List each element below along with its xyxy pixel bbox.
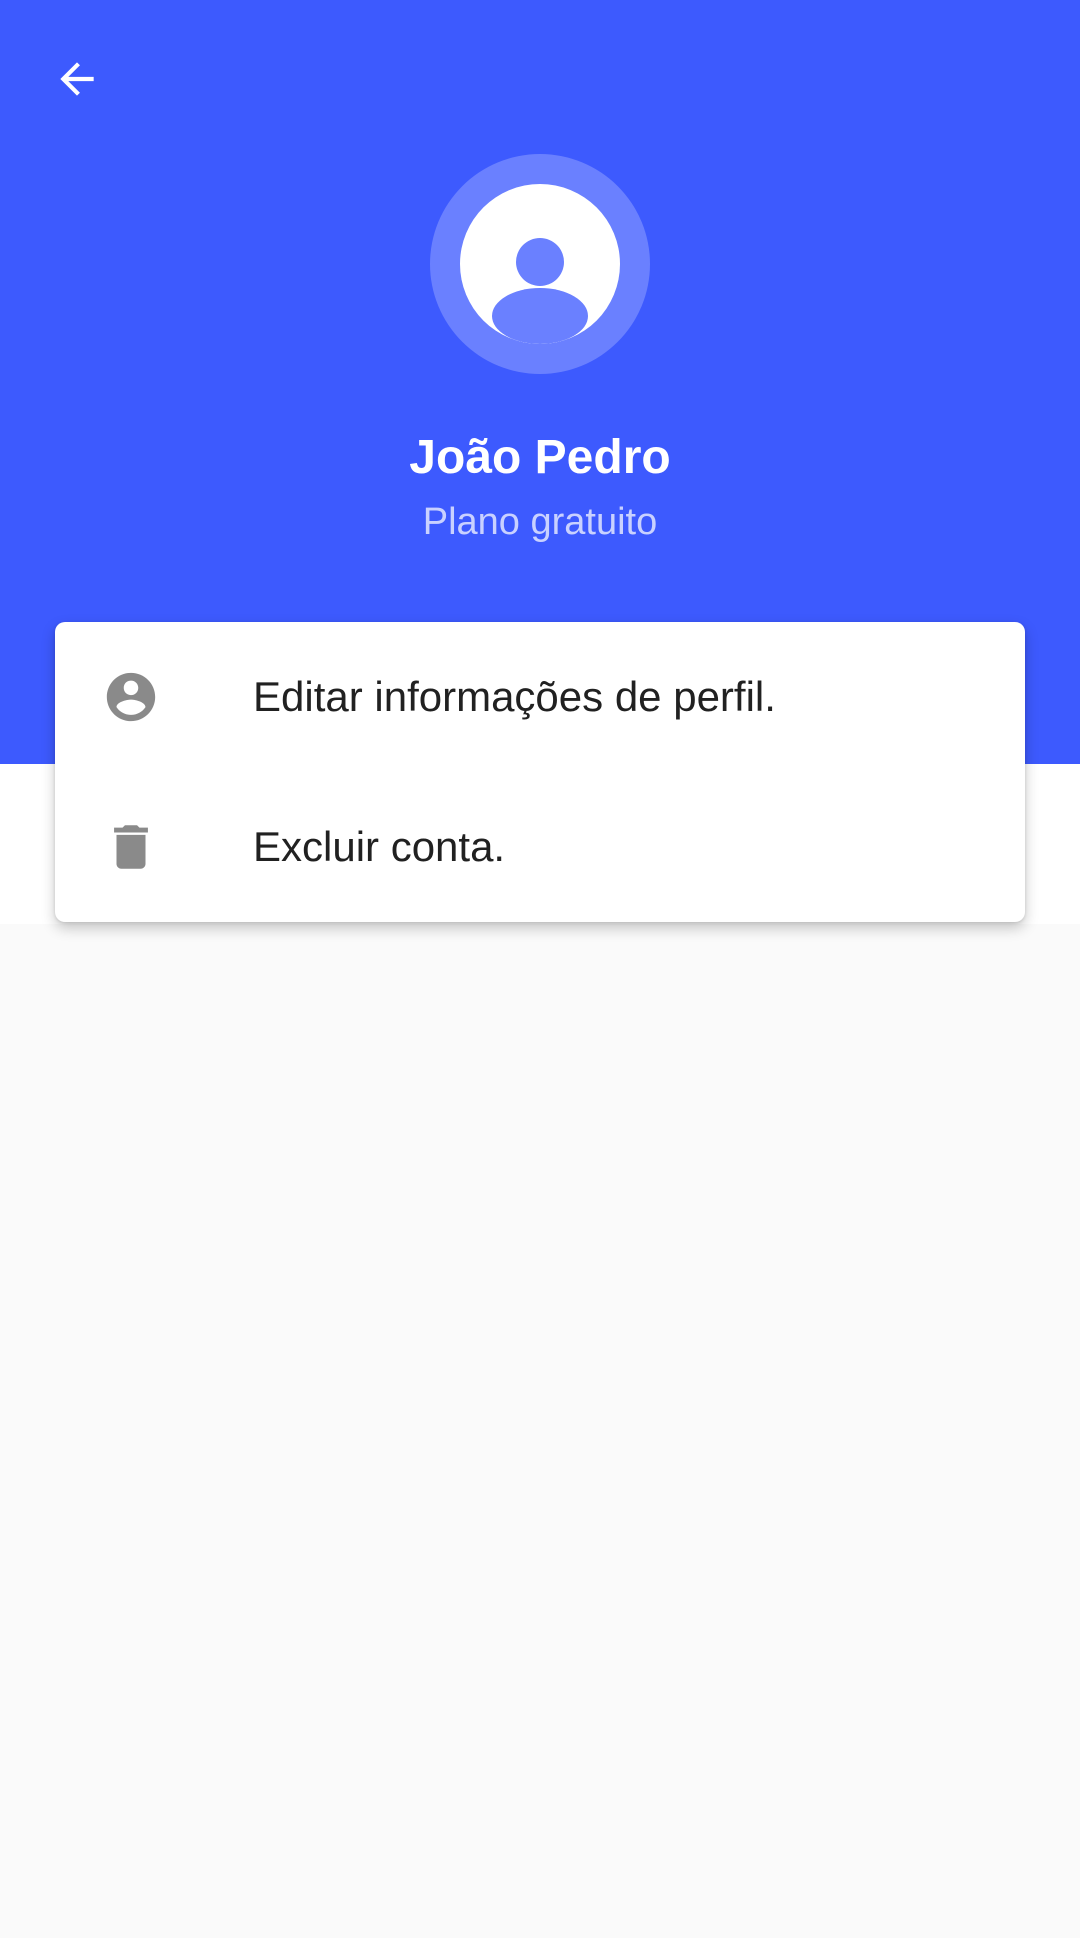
- trash-icon: [99, 815, 163, 879]
- avatar: [430, 154, 650, 374]
- delete-account-label: Excluir conta.: [253, 823, 506, 870]
- user-plan: Plano gratuito: [422, 501, 658, 543]
- edit-profile-label: Editar informações de perfil.: [253, 673, 776, 720]
- edit-profile-item[interactable]: Editar informações de perfil.: [55, 622, 1025, 772]
- profile-screen: João Pedro Plano gratuito Editar informa…: [0, 0, 1080, 1938]
- delete-account-item[interactable]: Excluir conta.: [55, 772, 1025, 922]
- account-circle-icon: [99, 665, 163, 729]
- profile-options-card: Editar informações de perfil. Excluir co…: [55, 622, 1025, 922]
- user-name: João Pedro: [409, 431, 671, 484]
- back-button[interactable]: [30, 32, 124, 126]
- arrow-back-icon: [60, 62, 94, 96]
- account-circle-icon: [460, 184, 620, 344]
